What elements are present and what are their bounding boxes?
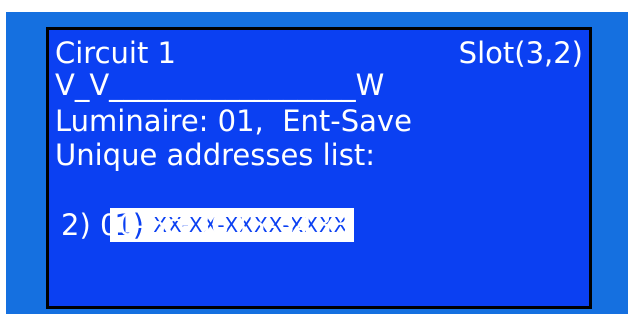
- circuit-title: Circuit 1: [55, 36, 177, 70]
- slot-indicator: Slot(3,2): [458, 36, 583, 70]
- header-row: Circuit 1 Slot(3,2): [55, 36, 583, 70]
- list-item[interactable]: 1) XX-XX-XXXX-XXXX: [55, 174, 355, 242]
- list-item[interactable]: 2) 00-6c-3635-3433: [55, 208, 350, 242]
- luminaire-line: Luminaire: 01, Ent-Save: [55, 104, 412, 138]
- item-index: 2): [61, 208, 91, 242]
- lcd-screen: Circuit 1 Slot(3,2) V_V_________________…: [46, 27, 592, 309]
- item-address: 00-6c-3635-3433: [99, 208, 351, 242]
- channel-bar: V_V_________________W: [55, 68, 385, 102]
- device-photo: Circuit 1 Slot(3,2) V_V_________________…: [0, 0, 635, 322]
- list-heading: Unique addresses list:: [55, 138, 375, 172]
